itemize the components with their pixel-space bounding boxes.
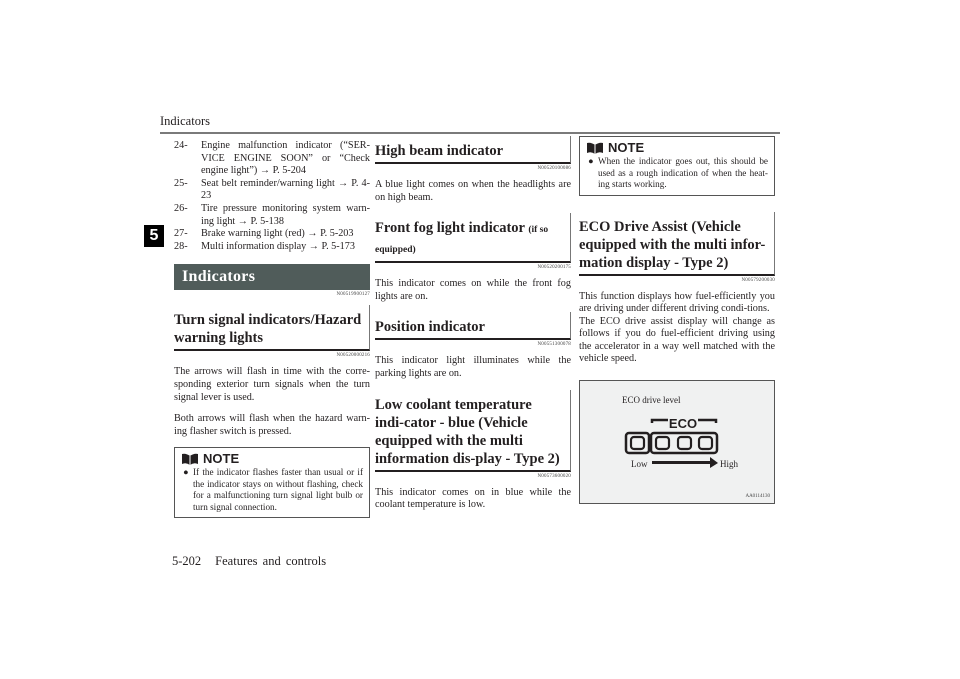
bullet-icon: ● bbox=[588, 156, 594, 166]
front-fog-code: N00520200175 bbox=[537, 265, 571, 271]
turn-signal-paragraph-2: Both arrows will flash when the hazard w… bbox=[174, 413, 370, 437]
position-code: N00551300078 bbox=[537, 342, 571, 348]
figure-high-label: High bbox=[720, 459, 738, 470]
section-code: N00519900127 bbox=[336, 292, 370, 298]
figure-code: AA0114130 bbox=[745, 494, 770, 500]
list-item: 27- Brake warning light (red) → P. 5-203 bbox=[174, 228, 354, 240]
note-title: NOTE bbox=[181, 451, 363, 466]
high-beam-code: N00520100086 bbox=[537, 166, 571, 171]
arrow-right-icon bbox=[652, 457, 718, 469]
eco-paragraph-1: This function displays how fuel-efficien… bbox=[579, 290, 775, 315]
chapter-name: Features and controls bbox=[215, 554, 327, 568]
chapter-tab: 5 bbox=[144, 225, 164, 247]
list-item: 24- Engine malfunction indicator (“SER-VI… bbox=[174, 140, 370, 177]
eco-heading: ECO Drive Assist (Vehicle equipped with … bbox=[579, 211, 775, 276]
open-book-icon bbox=[182, 453, 198, 465]
turn-signal-paragraph-1: The arrows will flash in time with the c… bbox=[174, 366, 370, 403]
indicator-list: 24- Engine malfunction indicator (“SER-VI… bbox=[174, 140, 370, 253]
note-text: ● If the indicator flashes faster than us… bbox=[183, 467, 363, 512]
eco-code: N00579200030 bbox=[741, 277, 775, 283]
open-book-icon bbox=[587, 142, 603, 154]
low-coolant-text: This indicator comes on in blue while th… bbox=[375, 486, 571, 511]
eco-text: ECO bbox=[669, 417, 697, 431]
low-coolant-code: N00573600020 bbox=[537, 473, 571, 479]
high-beam-text: A blue light comes on when the headlight… bbox=[375, 179, 571, 203]
note-box: NOTE ● When the indicator goes out, this … bbox=[579, 136, 775, 196]
eco-drive-figure: ECO drive level ECO Low High AA0114130 bbox=[579, 380, 775, 505]
list-item: 25- Seat belt reminder/warning light → P.… bbox=[174, 177, 370, 202]
note-text: ● When the indicator goes out, this shoul… bbox=[588, 156, 768, 189]
turn-signal-code: N00520000216 bbox=[336, 353, 370, 359]
position-text: This indicator light illuminates while t… bbox=[375, 355, 571, 379]
low-coolant-heading: Low coolant temperature indi-cator - blu… bbox=[375, 389, 571, 472]
header-rule bbox=[160, 132, 780, 134]
figure-low-label: Low bbox=[631, 459, 648, 470]
column-3: NOTE ● When the indicator goes out, this … bbox=[579, 136, 775, 505]
position-heading: Position indicator bbox=[375, 312, 571, 341]
column-1: 24- Engine malfunction indicator (“SER-VI… bbox=[174, 136, 370, 519]
turn-signal-heading: Turn signal indicators/Hazard warning li… bbox=[174, 305, 370, 352]
front-fog-heading: Front fog light indicator (if so equippe… bbox=[375, 213, 571, 264]
column-2: High beam indicator N00520100086 A blue … bbox=[375, 136, 571, 521]
eco-paragraph-2: The ECO drive assist display will change… bbox=[579, 315, 775, 365]
page-number: 5-202 bbox=[172, 554, 202, 568]
page-footer: 5-202 Features and controls bbox=[172, 554, 326, 569]
high-beam-heading: High beam indicator bbox=[375, 136, 571, 164]
running-title: Indicators bbox=[160, 114, 210, 128]
note-box: NOTE ● If the indicator flashes faster th… bbox=[174, 447, 370, 519]
bullet-icon: ● bbox=[183, 467, 189, 478]
note-title: NOTE bbox=[586, 140, 768, 155]
section-title-bar: Indicators bbox=[174, 264, 370, 291]
list-item: 26- Tire pressure monitoring system warn-… bbox=[174, 202, 370, 227]
figure-label: ECO drive level bbox=[622, 395, 681, 406]
front-fog-text: This indicator comes on while the front … bbox=[375, 278, 571, 302]
list-item: 28- Multi information display → P. 5-173 bbox=[174, 240, 355, 252]
